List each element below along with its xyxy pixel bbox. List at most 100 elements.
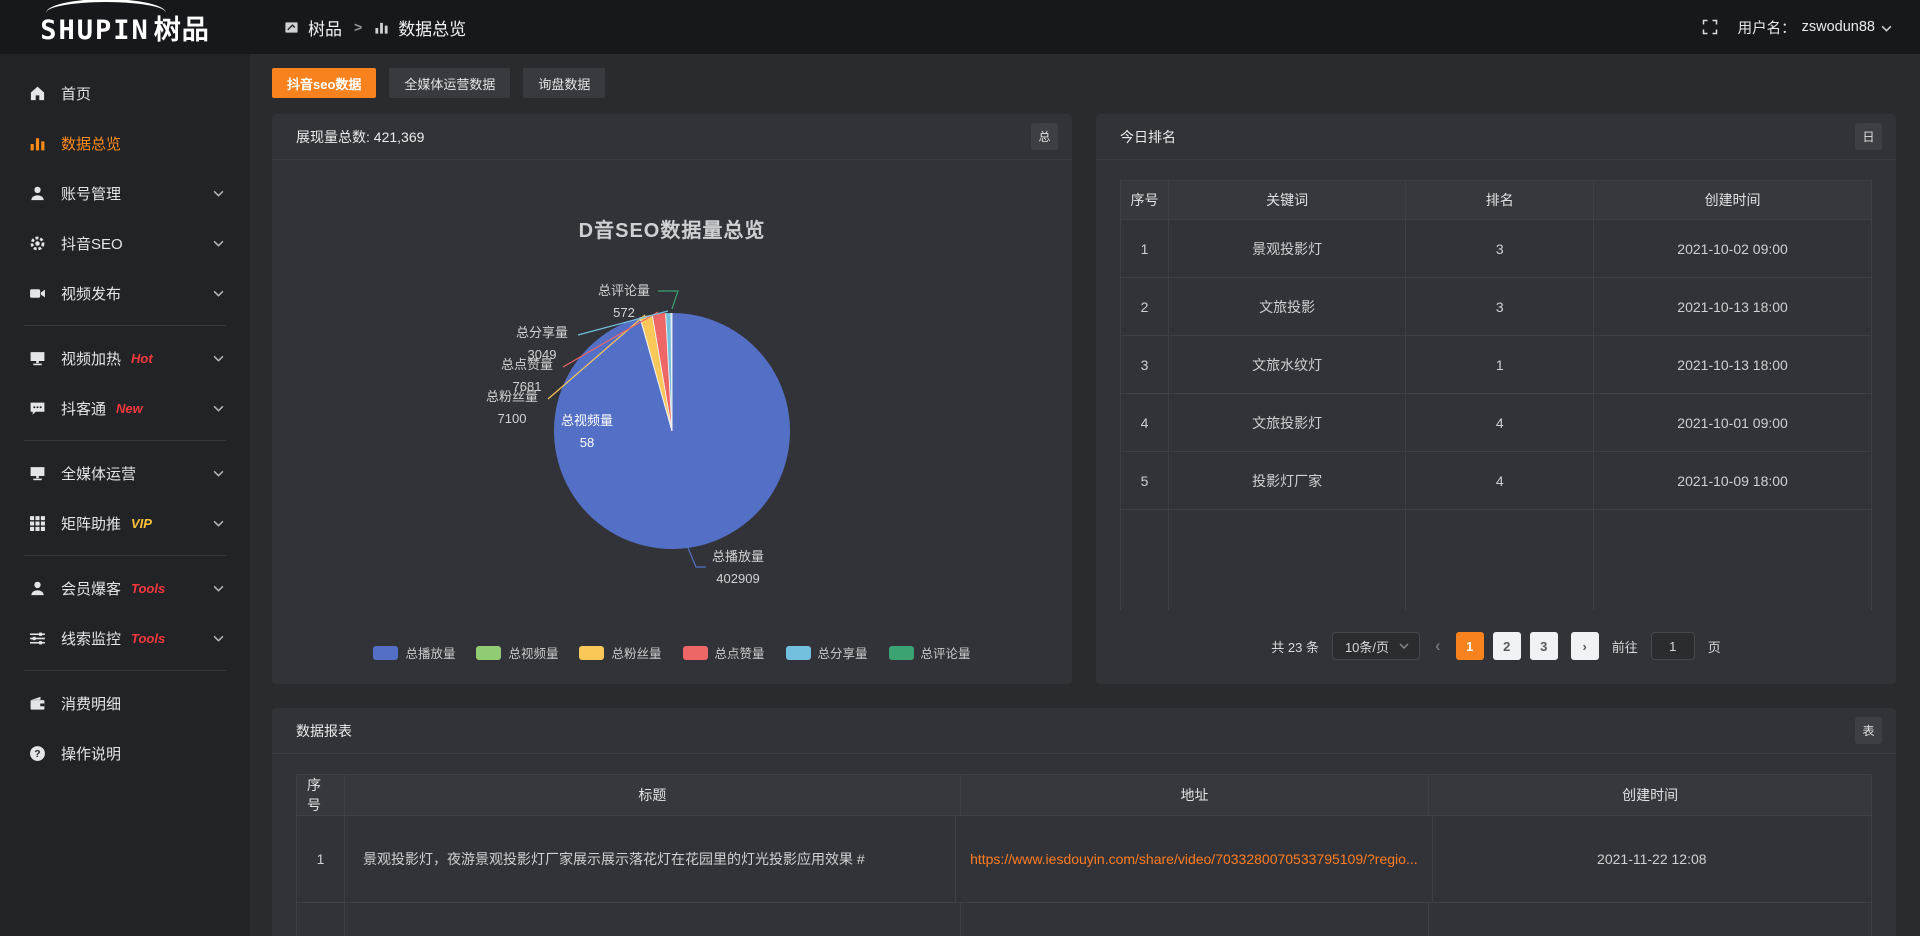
home-icon [28,85,46,102]
sidebar-item-badge: VIP [131,516,152,531]
sidebar-divider [24,325,226,326]
gear-icon [28,235,46,252]
video-camera-icon [28,285,46,302]
legend-item[interactable]: 总播放量 [373,643,455,662]
sidebar-item-manual[interactable]: ?操作说明 [0,728,250,778]
sidebar-divider [24,670,226,671]
legend-item[interactable]: 总粉丝量 [579,643,661,662]
breadcrumb-separator: > [354,19,362,35]
page-size-select[interactable]: 10条/页 [1332,632,1420,660]
report-panel: 数据报表 表 序号 标题 地址 创建时间 1 景观投影灯，夜游景观投影灯厂家展示… [272,708,1896,936]
page-button-2[interactable]: 2 [1493,632,1521,660]
overview-panel-header: 展现量总数: 421,369 总 [272,114,1072,160]
table-cell: 3 [1406,278,1594,335]
sidebar-menu: 首页数据总览账号管理抖音SEO视频发布视频加热Hot抖客通New全媒体运营矩阵助… [0,54,250,936]
legend-item[interactable]: 总视频量 [476,643,558,662]
ranking-table-empty-area [1121,510,1871,610]
pie-label: 3049 [528,347,557,362]
legend-item[interactable]: 总点赞量 [683,643,765,662]
chevron-down-icon [213,240,224,247]
sidebar-item-account-manage[interactable]: 账号管理 [0,168,250,218]
page-button-1[interactable]: 1 [1456,632,1484,660]
sidebar-item-video-publish[interactable]: 视频发布 [0,268,250,318]
logo-arc-decoration [46,0,166,13]
table-cell: 3 [1121,336,1169,393]
goto-label: 前往 [1612,637,1638,656]
chevron-down-icon [213,355,224,362]
topbar-right: 用户名： zswodun88 [1702,17,1920,38]
tab-douyin-seo-data[interactable]: 抖音seo数据 [272,68,376,98]
member-icon [28,580,46,597]
prev-page-button[interactable]: ‹ [1433,636,1443,656]
grid-icon [28,515,46,532]
sidebar-item-douyin-seo[interactable]: 抖音SEO [0,218,250,268]
report-table-header: 序号 标题 地址 创建时间 [297,775,1871,816]
legend-label: 总粉丝量 [611,643,661,662]
chevron-down-icon [213,290,224,297]
column-header: 关键词 [1169,181,1406,219]
table-cell: 5 [1121,452,1169,509]
pie-label-line [658,291,678,309]
sidebar-item-douketong[interactable]: 抖客通New [0,383,250,433]
ranking-day-button[interactable]: 日 [1855,123,1882,150]
chevron-down-icon [213,405,224,412]
tab-media-ops-data[interactable]: 全媒体运营数据 [389,68,510,98]
app-logo: SHUPIN树品 [0,0,250,54]
pie-label: 402909 [716,571,759,586]
table-cell: 4 [1406,394,1594,451]
table-row: 1 景观投影灯，夜游景观投影灯厂家展示展示落花灯在花园里的灯光投影应用效果 # … [297,816,1871,903]
table-row: 1景观投影灯32021-10-02 09:00 [1121,220,1871,278]
overview-total-button[interactable]: 总 [1031,123,1058,150]
ranking-panel-header: 今日排名 日 [1096,114,1896,160]
goto-page-input[interactable] [1651,632,1695,660]
wallet-icon [28,695,46,712]
sidebar-item-matrix-boost[interactable]: 矩阵助推 VIP [0,498,250,548]
logo-text: SHUPIN树品 [40,8,210,47]
sidebar-item-clue-monitor[interactable]: 线索监控Tools [0,613,250,663]
chevron-down-icon [213,520,224,527]
ranking-table: 序号关键词排名创建时间1景观投影灯32021-10-02 09:002文旅投影3… [1120,180,1872,610]
legend-label: 总点赞量 [715,643,765,662]
legend-item[interactable]: 总评论量 [889,643,971,662]
fullscreen-icon[interactable] [1702,19,1718,35]
report-table-button[interactable]: 表 [1855,717,1882,744]
sidebar-item-consume-detail[interactable]: 消费明细 [0,678,250,728]
sidebar-item-member-baoke[interactable]: 会员爆客Tools [0,563,250,613]
chevron-down-icon [1881,25,1892,32]
chevron-down-icon [213,635,224,642]
table-row: 5投影灯厂家42021-10-09 18:00 [1121,452,1871,510]
sidebar-item-label: 矩阵助推 [61,513,121,534]
legend-swatch [373,646,398,660]
report-panel-title: 数据报表 [296,721,352,741]
ranking-table-header: 序号关键词排名创建时间 [1121,181,1871,220]
pie-label: 572 [613,305,635,320]
sidebar-item-video-heat[interactable]: 视频加热Hot [0,333,250,383]
table-cell: 4 [1406,452,1594,509]
chat-icon [28,400,46,417]
sidebar-item-label: 抖音SEO [61,233,123,254]
pie-chart-title: D音SEO数据量总览 [272,214,1072,243]
topbar: SHUPIN树品 树品 > 数据总览 用户名： zswodun88 [0,0,1920,54]
question-icon: ? [28,745,46,762]
chevron-down-icon [213,585,224,592]
legend-swatch [579,646,604,660]
report-table: 序号 标题 地址 创建时间 1 景观投影灯，夜游景观投影灯厂家展示展示落花灯在花… [296,774,1872,936]
page-button-3[interactable]: 3 [1530,632,1558,660]
svg-text:?: ? [34,749,40,760]
chevron-down-icon [1399,643,1409,649]
sidebar-item-media-ops[interactable]: 全媒体运营 [0,448,250,498]
sidebar-item-data-overview[interactable]: 数据总览 [0,118,250,168]
table-cell: 投影灯厂家 [1169,452,1406,509]
empty-cell [1121,510,1169,610]
table-row: 4文旅投影灯42021-10-01 09:00 [1121,394,1871,452]
main-layout: 首页数据总览账号管理抖音SEO视频发布视频加热Hot抖客通New全媒体运营矩阵助… [0,54,1920,936]
user-menu[interactable]: 用户名： zswodun88 [1738,17,1892,38]
legend-item[interactable]: 总分享量 [786,643,868,662]
table-cell: 2021-10-02 09:00 [1594,220,1871,277]
next-page-button[interactable]: › [1571,632,1599,660]
logo-text-cn: 树品 [154,15,210,45]
video-url-link[interactable]: https://www.iesdouyin.com/share/video/70… [970,851,1418,867]
sidebar-item-home[interactable]: 首页 [0,68,250,118]
tab-inquiry-data[interactable]: 询盘数据 [523,68,605,98]
breadcrumb-root[interactable]: 树品 [308,15,342,40]
